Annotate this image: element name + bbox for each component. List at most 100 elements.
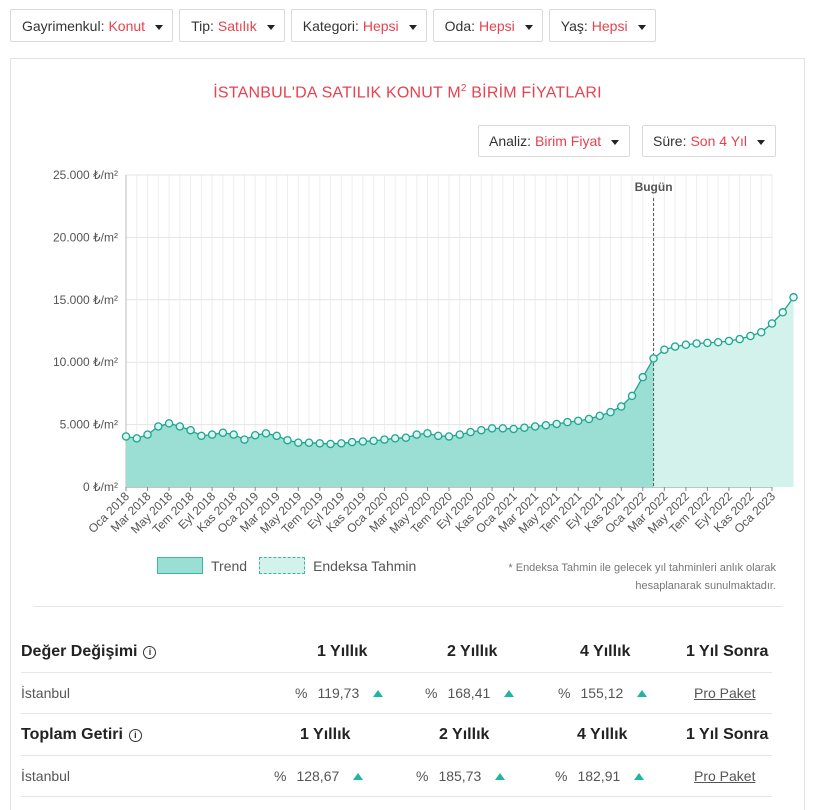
forecast-point — [735, 334, 744, 344]
forecast-point — [660, 345, 669, 354]
trend-point — [326, 439, 335, 449]
price-chart: 0 ₺/m² 5.000 ₺/m² 10.000 ₺/m² 15.000 ₺/m² 20… — [53, 168, 798, 536]
trend-point — [337, 439, 346, 448]
trend-point — [520, 423, 529, 432]
divider — [33, 606, 783, 607]
y-tick-label: 5.000 ₺/m² — [60, 418, 118, 432]
col-next-year: 1 Yıl Sonra — [686, 643, 769, 660]
region-name: İstanbul — [21, 685, 71, 701]
trend-point — [143, 430, 152, 439]
trend-point — [272, 431, 281, 441]
trend-point — [121, 432, 131, 441]
col-4y: 4 Yıllık — [580, 643, 631, 660]
trend-point — [132, 434, 142, 443]
today-label: Bugün — [635, 180, 673, 194]
forecast-point — [670, 342, 680, 351]
y-tick-label: 25.000 ₺/m² — [53, 168, 118, 182]
trend-point — [595, 411, 604, 421]
forecast-point — [789, 293, 798, 302]
return-2y: % 185,73 — [416, 756, 506, 796]
y-tick-label: 20.000 ₺/m² — [53, 230, 118, 244]
value-change-table: Değer Değişimi i 1 Yıllık 2 Yıllık 4 Yıll… — [21, 632, 772, 714]
trend-point — [164, 419, 174, 428]
trend-point — [197, 431, 206, 441]
forecast-point — [713, 337, 723, 347]
return-4y: % 182,91 — [555, 756, 645, 796]
trend-point — [358, 437, 368, 446]
trend-point — [606, 407, 615, 417]
trend-point — [229, 430, 238, 439]
trend-point — [347, 437, 357, 447]
value-change-header: Değer Değişimi i 1 Yıllık 2 Yıllık 4 Yıll… — [21, 632, 772, 673]
trend-point — [530, 422, 540, 431]
trend-point — [369, 436, 378, 446]
arrow-up-icon — [504, 689, 515, 697]
y-tick-label: 15.000 ₺/m² — [53, 293, 118, 307]
change-4y: % 155,12 — [558, 673, 648, 713]
trend-point — [627, 391, 637, 401]
pro-package-link[interactable]: Pro Paket — [694, 756, 755, 796]
y-tick-label: 0 ₺/m² — [83, 480, 118, 494]
trend-point — [304, 438, 314, 447]
arrow-up-icon — [495, 772, 506, 780]
trend-point — [250, 430, 260, 440]
value-change-title-cell: Değer Değişimi i — [21, 632, 157, 672]
forecast-point — [724, 336, 734, 346]
forecast-point — [692, 339, 701, 348]
trend-point — [175, 422, 185, 431]
total-return-table: Toplam Getiri i 1 Yıllık 2 Yıllık 4 Yıllı… — [21, 715, 772, 797]
forecast-point — [767, 319, 777, 328]
total-return-header: Toplam Getiri i 1 Yıllık 2 Yıllık 4 Yıllı… — [21, 715, 772, 756]
trend-point — [390, 434, 400, 443]
trend-point — [617, 402, 626, 411]
trend-point — [584, 414, 594, 424]
forecast-point — [746, 331, 755, 341]
return-1y: % 128,67 — [274, 756, 364, 796]
forecast-point — [703, 338, 712, 348]
table-row: İstanbul % 119,73 % 168,41 % 155,12 Pro Pak… — [21, 673, 772, 714]
table-row: İstanbul % 128,67 % 185,73 % 182,91 Pro Pak… — [21, 756, 772, 797]
trend-point — [315, 439, 325, 448]
trend-point — [466, 427, 475, 437]
info-icon[interactable]: i — [128, 728, 142, 742]
trend-point — [638, 372, 648, 382]
info-icon[interactable]: i — [143, 645, 157, 659]
trend-point — [261, 429, 271, 438]
arrow-up-icon — [353, 772, 364, 780]
change-1y: % 119,73 — [295, 673, 384, 713]
pro-package-link[interactable]: Pro Paket — [694, 673, 755, 713]
trend-point — [552, 419, 561, 429]
col-2y: 2 Yıllık — [447, 643, 498, 660]
trend-point — [218, 428, 228, 437]
arrow-up-icon — [373, 689, 384, 697]
trend-point — [154, 422, 163, 431]
trend-point — [433, 431, 443, 441]
trend-point — [283, 435, 292, 445]
total-return-title: Toplam Getiri — [21, 726, 123, 743]
trend-point — [563, 417, 572, 427]
trend-point — [380, 435, 389, 444]
arrow-up-icon — [634, 772, 645, 780]
trend-point — [186, 425, 195, 435]
value-change-title: Değer Değişimi — [21, 643, 138, 660]
trend-point — [240, 435, 249, 444]
col-1y: 1 Yıllık — [317, 643, 368, 660]
trend-point — [294, 438, 303, 447]
col-4y: 4 Yıllık — [577, 726, 628, 743]
col-1y: 1 Yıllık — [300, 726, 351, 743]
trend-point — [207, 430, 217, 439]
forecast-point — [756, 327, 766, 337]
trend-point — [401, 433, 411, 442]
trend-point — [412, 430, 421, 439]
trend-point — [498, 424, 508, 433]
col-next-year: 1 Yıl Sonra — [686, 726, 769, 743]
arrow-up-icon — [637, 689, 648, 697]
trend-point — [509, 424, 518, 434]
trend-point — [541, 420, 551, 430]
trend-point — [487, 424, 497, 433]
total-return-title-cell: Toplam Getiri i — [21, 715, 142, 755]
trend-point — [423, 429, 432, 438]
change-2y: % 168,41 — [425, 673, 515, 713]
trend-point — [477, 425, 486, 435]
y-tick-label: 10.000 ₺/m² — [53, 355, 118, 369]
